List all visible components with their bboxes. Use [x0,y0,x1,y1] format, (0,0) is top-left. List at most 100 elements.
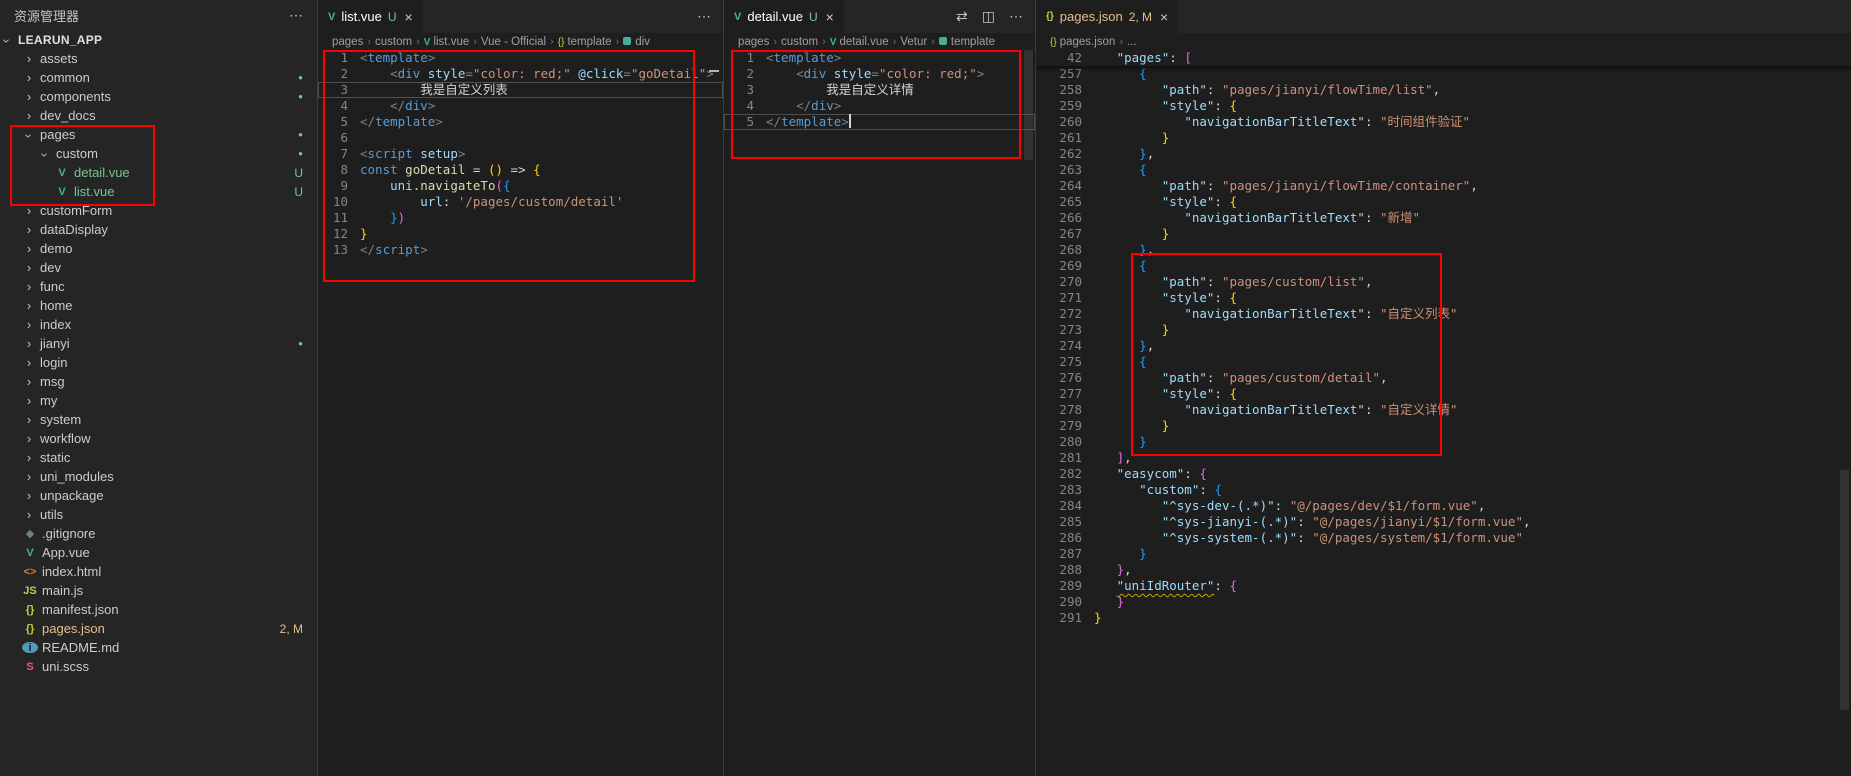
code-line[interactable]: 10 url: '/pages/custom/detail' [318,194,723,210]
code-line[interactable]: 278 "navigationBarTitleText": "自定义详情" [1036,402,1851,418]
code-line[interactable]: 267 } [1036,226,1851,242]
code-line[interactable]: 276 "path": "pages/custom/detail", [1036,370,1851,386]
close-icon[interactable]: × [1160,9,1168,25]
tree-item-dev[interactable]: ›dev [0,258,317,277]
breadcrumb-item[interactable]: Vue - Official [481,36,546,48]
tree-item-manifest-json[interactable]: {}manifest.json [0,600,317,619]
code-line[interactable]: 275 { [1036,354,1851,370]
code-line[interactable]: 1<template> [318,50,723,66]
code-line[interactable]: 279 } [1036,418,1851,434]
scrollbar[interactable] [1024,50,1033,160]
code-line[interactable]: 262 }, [1036,146,1851,162]
tree-item-common[interactable]: ›common● [0,68,317,87]
tree-item-static[interactable]: ›static [0,448,317,467]
code-line[interactable]: 3 我是自定义列表 [318,82,723,98]
more-actions-icon[interactable]: ⋯ [1009,8,1023,25]
tree-item-workflow[interactable]: ›workflow [0,429,317,448]
breadcrumb-item[interactable]: {}template [558,36,612,48]
code-line[interactable]: 2 <div style="color: red;" @click="goDet… [318,66,723,82]
code-line[interactable]: 263 { [1036,162,1851,178]
code-editor-detail-vue[interactable]: 1<template>2 <div style="color: red;">3 … [724,50,1035,130]
code-line[interactable]: 8const goDetail = () => { [318,162,723,178]
tree-item-uni-scss[interactable]: Suni.scss [0,657,317,676]
breadcrumb-item[interactable]: Vdetail.vue [830,36,889,48]
code-line[interactable]: 4 </div> [318,98,723,114]
tree-item-custom[interactable]: ›custom● [0,144,317,163]
tree-item-system[interactable]: ›system [0,410,317,429]
tab-detail-vue[interactable]: V detail.vue U × [724,0,844,33]
tab-pages-json[interactable]: {} pages.json 2, M × [1036,0,1178,33]
tree-item-index[interactable]: ›index [0,315,317,334]
code-line[interactable]: 285 "^sys-jianyi-(.*)": "@/pages/jianyi/… [1036,514,1851,530]
tree-item-components[interactable]: ›components● [0,87,317,106]
code-line[interactable]: 9 uni.navigateTo({ [318,178,723,194]
code-line[interactable]: 287 } [1036,546,1851,562]
tree-item-detail-vue[interactable]: Vdetail.vueU [0,163,317,182]
more-actions-icon[interactable]: ⋯ [697,8,711,25]
tree-item-demo[interactable]: ›demo [0,239,317,258]
code-line[interactable]: 3 我是自定义详情 [724,82,1035,98]
tree-item-customform[interactable]: ›customForm [0,201,317,220]
close-icon[interactable]: × [404,9,412,25]
code-line[interactable]: 270 "path": "pages/custom/list", [1036,274,1851,290]
tree-item-uni-modules[interactable]: ›uni_modules [0,467,317,486]
breadcrumb-item[interactable]: pages [738,36,769,48]
code-line[interactable]: 4 </div> [724,98,1035,114]
tree-root-learun-app[interactable]: › LEARUN_APP [0,30,317,49]
code-line[interactable]: 266 "navigationBarTitleText": "新增" [1036,210,1851,226]
code-line[interactable]: 283 "custom": { [1036,482,1851,498]
tree-item--gitignore[interactable]: ◆.gitignore [0,524,317,543]
tree-item-my[interactable]: ›my [0,391,317,410]
tree-item-pages-json[interactable]: {}pages.json2, M [0,619,317,638]
code-line[interactable]: 257 { [1036,66,1851,82]
tree-item-assets[interactable]: ›assets [0,49,317,68]
code-line[interactable]: 291} [1036,610,1851,626]
close-icon[interactable]: × [826,9,834,25]
tree-item-list-vue[interactable]: Vlist.vueU [0,182,317,201]
breadcrumb-item[interactable]: template [939,36,995,48]
code-line[interactable]: 269 { [1036,258,1851,274]
code-line[interactable]: 12} [318,226,723,242]
code-line[interactable]: 268 }, [1036,242,1851,258]
tree-item-func[interactable]: ›func [0,277,317,296]
tree-item-readme-md[interactable]: iREADME.md [0,638,317,657]
code-line[interactable]: 272 "navigationBarTitleText": "自定义列表" [1036,306,1851,322]
code-line[interactable]: 11 }) [318,210,723,226]
code-line[interactable]: 7<script setup> [318,146,723,162]
tree-item-main-js[interactable]: JSmain.js [0,581,317,600]
code-line[interactable]: 5</template> [318,114,723,130]
compare-icon[interactable]: ⇄ [956,8,968,25]
breadcrumb-item[interactable]: pages [332,36,363,48]
code-line[interactable]: 261 } [1036,130,1851,146]
code-line[interactable]: 13</script> [318,242,723,258]
tree-item-index-html[interactable]: <>index.html [0,562,317,581]
code-editor-pages-json[interactable]: 42 "pages": [257 {258 "path": "pages/jia… [1036,50,1851,626]
tree-item-utils[interactable]: ›utils [0,505,317,524]
code-line[interactable]: 271 "style": { [1036,290,1851,306]
code-line[interactable]: 284 "^sys-dev-(.*)": "@/pages/dev/$1/for… [1036,498,1851,514]
tree-item-datadisplay[interactable]: ›dataDisplay [0,220,317,239]
code-line[interactable]: 2 <div style="color: red;"> [724,66,1035,82]
breadcrumb-item[interactable]: custom [375,36,412,48]
explorer-more-actions-icon[interactable]: ⋯ [289,7,303,24]
split-editor-icon[interactable]: ◫ [982,8,995,25]
tree-item-unpackage[interactable]: ›unpackage [0,486,317,505]
breadcrumb-item[interactable]: {}pages.json [1050,36,1115,48]
breadcrumb-item[interactable]: custom [781,36,818,48]
scrollbar[interactable] [1840,470,1849,710]
code-line[interactable]: 260 "navigationBarTitleText": "时间组件验证" [1036,114,1851,130]
code-line[interactable]: 259 "style": { [1036,98,1851,114]
code-editor-list-vue[interactable]: 1<template>2 <div style="color: red;" @c… [318,50,723,258]
tree-item-pages[interactable]: ›pages● [0,125,317,144]
code-line[interactable]: 289 "uniIdRouter": { [1036,578,1851,594]
breadcrumb-item[interactable]: div [623,36,650,48]
tree-item-jianyi[interactable]: ›jianyi● [0,334,317,353]
code-line[interactable]: 264 "path": "pages/jianyi/flowTime/conta… [1036,178,1851,194]
tree-item-home[interactable]: ›home [0,296,317,315]
code-line[interactable]: 286 "^sys-system-(.*)": "@/pages/system/… [1036,530,1851,546]
code-line[interactable]: 258 "path": "pages/jianyi/flowTime/list"… [1036,82,1851,98]
tree-item-app-vue[interactable]: VApp.vue [0,543,317,562]
code-line[interactable]: 288 }, [1036,562,1851,578]
code-line[interactable]: 1<template> [724,50,1035,66]
code-line[interactable]: 282 "easycom": { [1036,466,1851,482]
